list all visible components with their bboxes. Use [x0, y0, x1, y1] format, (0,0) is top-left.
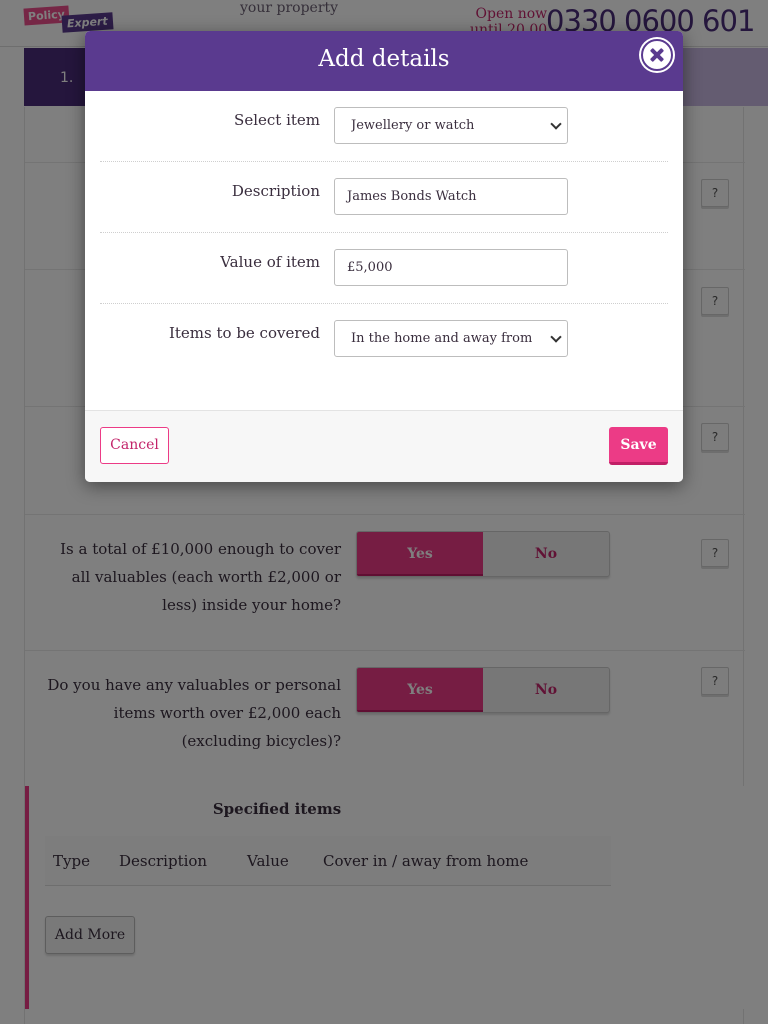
modal-header: Add details — [85, 31, 683, 91]
value-of-item-label: Value of item — [220, 253, 320, 271]
field-row-description: Description James Bonds Watch — [100, 162, 668, 233]
field-row-value: Value of item £5,000 — [100, 233, 668, 304]
items-covered-dropdown[interactable]: In the home and away from home — [334, 320, 568, 357]
add-details-modal: Add details Select item Jewellery or wat… — [85, 31, 683, 482]
description-input[interactable]: James Bonds Watch — [334, 178, 568, 215]
select-item-value: Jewellery or watch — [351, 118, 475, 133]
field-row-items-covered: Items to be covered In the home and away… — [100, 304, 668, 375]
modal-title: Add details — [318, 46, 450, 72]
value-of-item-input[interactable]: £5,000 — [334, 249, 568, 286]
items-covered-label: Items to be covered — [168, 324, 320, 342]
chevron-down-icon — [550, 118, 562, 130]
chevron-down-icon — [550, 331, 562, 343]
modal-footer: Cancel Save — [85, 410, 683, 482]
save-button[interactable]: Save — [609, 427, 668, 465]
select-item-label: Select item — [234, 111, 320, 129]
cancel-button[interactable]: Cancel — [100, 427, 169, 464]
select-item-dropdown[interactable]: Jewellery or watch — [334, 107, 568, 144]
items-covered-value: In the home and away from home — [351, 331, 535, 346]
close-icon[interactable] — [641, 39, 673, 71]
description-label: Description — [231, 182, 320, 200]
field-row-select-item: Select item Jewellery or watch — [100, 91, 668, 162]
